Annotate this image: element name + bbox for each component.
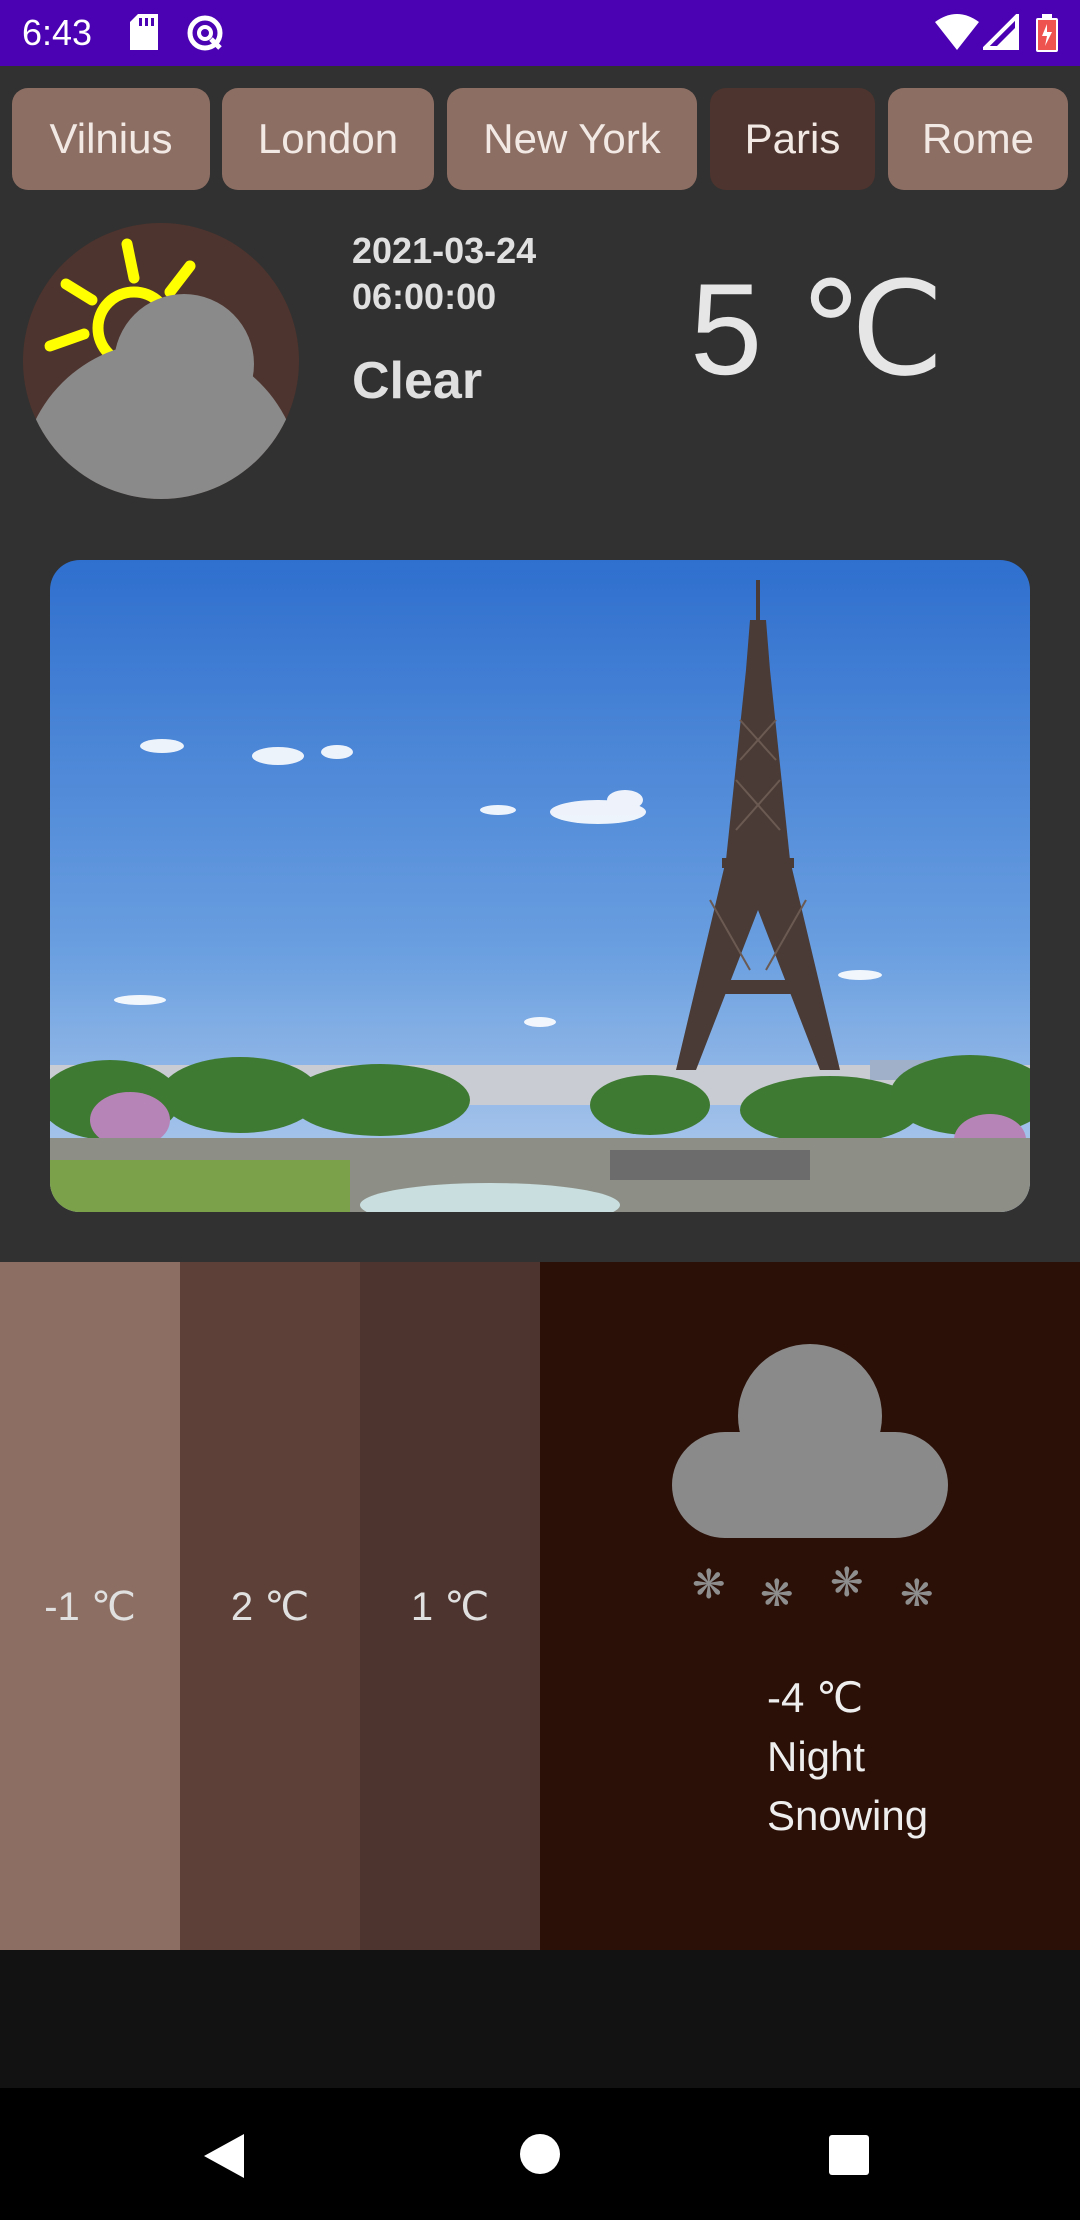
forecast-highlight-condition: Snowing <box>767 1792 929 1839</box>
tab-label: Rome <box>921 115 1035 162</box>
current-temperature: 5 ℃ <box>690 256 945 402</box>
sd-card-icon <box>130 14 158 50</box>
tab-label: New York <box>483 115 661 162</box>
wifi-icon <box>935 14 979 50</box>
current-condition: Clear <box>352 352 483 410</box>
svg-text:❋: ❋ <box>760 1572 794 1606</box>
tab-label: Paris <box>744 115 841 162</box>
home-icon[interactable] <box>520 2134 560 2174</box>
tab-rome[interactable]: Rome <box>888 88 1068 190</box>
recents-icon[interactable] <box>829 2135 869 2175</box>
forecast-highlight-text: -4 ℃ Night Snowing <box>767 1668 928 1845</box>
svg-text:❋: ❋ <box>692 1562 726 1606</box>
eiffel-tower-photo <box>50 560 1030 1212</box>
status-time: 6:43 <box>22 12 93 53</box>
svg-text:❋: ❋ <box>830 1560 864 1606</box>
partly-cloudy-icon <box>23 223 299 499</box>
cell-signal-icon <box>983 14 1019 50</box>
forecast-highlight-period: Night <box>767 1733 866 1780</box>
tab-label: London <box>257 115 399 162</box>
forecast-temp: -1 ℃ <box>44 1585 136 1629</box>
back-icon[interactable] <box>204 2134 244 2178</box>
svg-text:❋: ❋ <box>900 1572 934 1606</box>
current-time: 06:00:00 <box>352 276 497 317</box>
tab-vilnius[interactable]: Vilnius <box>12 88 210 190</box>
forecast-card-highlight[interactable]: ❋ ❋ ❋ ❋ <box>540 1262 1080 1950</box>
tab-label: Vilnius <box>49 115 173 162</box>
current-date: 2021-03-24 <box>352 230 537 271</box>
forecast-card-1[interactable]: -1 ℃ <box>0 1262 180 1950</box>
forecast-temp: 1 ℃ <box>410 1585 490 1629</box>
snow-cloud-icon: ❋ ❋ ❋ ❋ <box>672 1344 948 1606</box>
forecast-card-3[interactable]: 1 ℃ <box>360 1262 540 1950</box>
status-bar: 6:43 <box>0 0 1080 66</box>
tab-london[interactable]: London <box>222 88 434 190</box>
forecast-card-2[interactable]: 2 ℃ <box>180 1262 360 1950</box>
forecast-highlight-temp: -4 ℃ <box>767 1674 864 1721</box>
navigation-bar <box>0 2088 1080 2220</box>
battery-charging-icon <box>1036 14 1058 52</box>
forecast-temp: 2 ℃ <box>230 1585 310 1629</box>
data-saver-icon <box>187 15 223 51</box>
tab-new-york[interactable]: New York <box>447 88 697 190</box>
tab-paris[interactable]: Paris <box>710 88 875 190</box>
